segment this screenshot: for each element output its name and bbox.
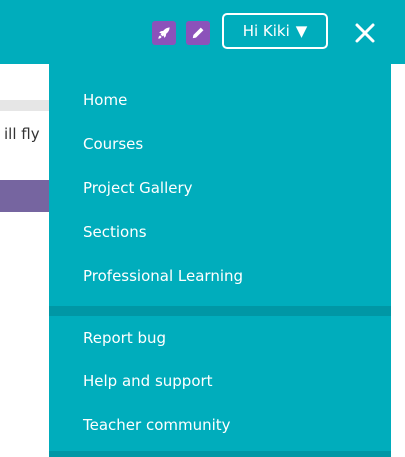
user-menu-button[interactable]: Hi Kiki ▼ (222, 13, 328, 49)
user-menu-label: Hi Kiki (242, 22, 290, 40)
close-button[interactable] (354, 22, 376, 44)
caret-down-icon: ▼ (295, 21, 308, 40)
user-dropdown-menu: Home Courses Project Gallery Sections Pr… (49, 64, 391, 457)
menu-item-help-and-support[interactable]: Help and support (83, 371, 213, 391)
menu-bottom-edge (49, 451, 391, 457)
background-bar (0, 100, 56, 111)
menu-item-project-gallery[interactable]: Project Gallery (83, 178, 193, 198)
menu-item-home[interactable]: Home (83, 90, 127, 110)
pencil-icon-button[interactable] (186, 21, 210, 45)
background-button (0, 180, 56, 212)
pencil-icon (192, 27, 204, 39)
menu-item-report-bug[interactable]: Report bug (83, 328, 166, 348)
menu-divider (49, 306, 391, 316)
menu-item-sections[interactable]: Sections (83, 222, 147, 242)
top-header: Hi Kiki ▼ (0, 0, 405, 64)
menu-item-courses[interactable]: Courses (83, 134, 143, 154)
menu-item-professional-learning[interactable]: Professional Learning (83, 266, 243, 286)
rocket-icon-button[interactable] (152, 21, 176, 45)
background-text: ill fly (4, 125, 40, 143)
rocket-icon (158, 27, 170, 39)
close-icon (355, 23, 375, 43)
menu-item-teacher-community[interactable]: Teacher community (83, 415, 231, 435)
